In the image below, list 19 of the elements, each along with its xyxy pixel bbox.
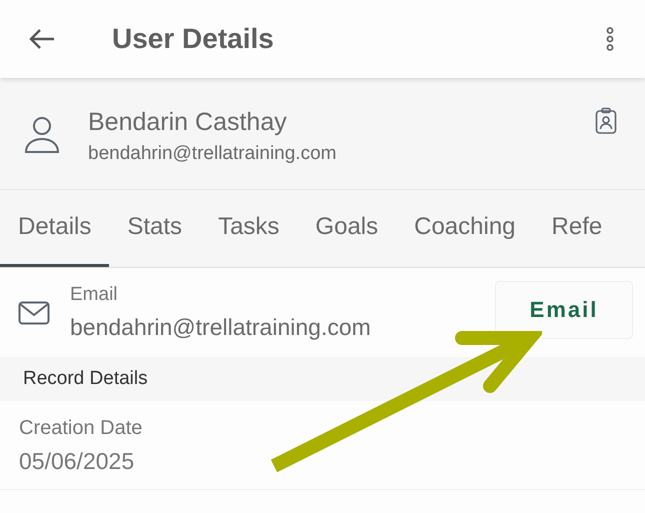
field-label: Email xyxy=(70,284,119,306)
mail-icon xyxy=(18,300,50,324)
screen-title: User Details xyxy=(112,23,275,55)
tab[interactable]: Stats xyxy=(109,190,200,267)
user-name: Bendarin Casthay xyxy=(88,108,288,137)
section-title: Record Details xyxy=(23,368,148,390)
tab[interactable]: Refe xyxy=(534,190,602,267)
back-icon[interactable] xyxy=(28,27,56,51)
person-icon xyxy=(24,116,60,154)
email-button[interactable]: Email xyxy=(495,280,633,338)
user-email: bendahrin@trellatraining.com xyxy=(88,143,338,165)
more-icon[interactable] xyxy=(605,27,615,51)
field-label: Creation Date xyxy=(19,417,144,440)
field-value: bendahrin@trellatraining.com xyxy=(70,314,372,341)
field-value: 05/06/2025 xyxy=(19,448,136,475)
tab[interactable]: Goals xyxy=(297,190,396,267)
badge-icon[interactable] xyxy=(595,107,617,135)
tab[interactable]: Tasks xyxy=(200,190,298,267)
tab[interactable]: Coaching xyxy=(396,190,534,267)
